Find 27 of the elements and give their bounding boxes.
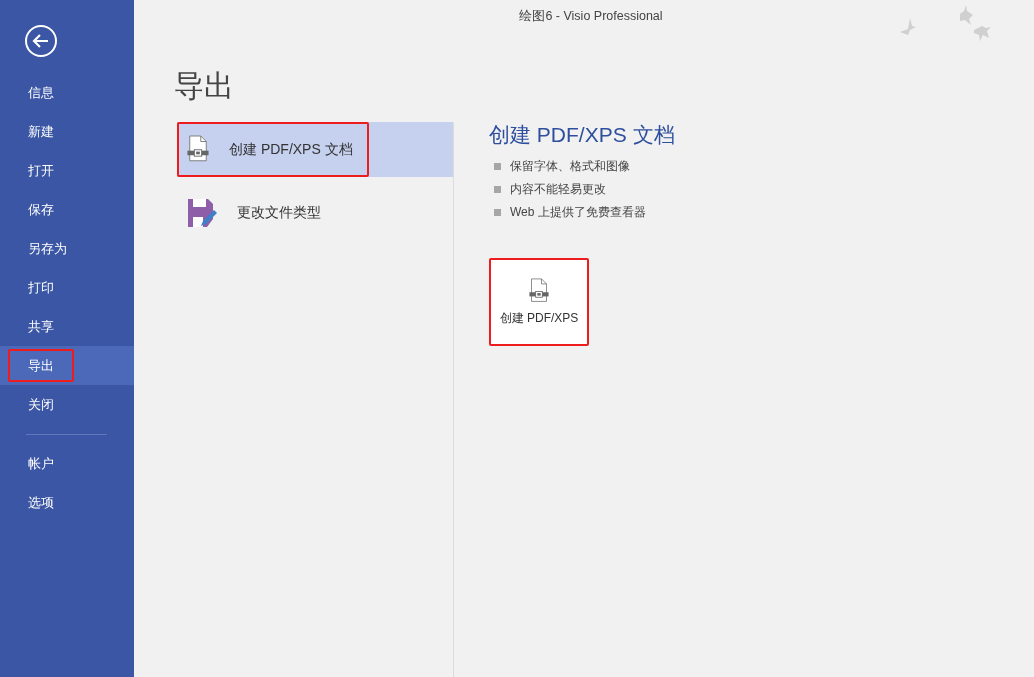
menu-item[interactable]: 另存为 xyxy=(0,229,134,268)
export-option[interactable]: 创建 PDF/XPS 文档 xyxy=(177,122,453,177)
menu-item[interactable]: 新建 xyxy=(0,112,134,151)
menu-item[interactable]: 帐户 xyxy=(0,444,134,483)
feature-text: 内容不能轻易更改 xyxy=(510,181,606,198)
feature-text: Web 上提供了免费查看器 xyxy=(510,204,646,221)
document-icon xyxy=(187,135,209,164)
section-title: 创建 PDF/XPS 文档 xyxy=(489,122,675,148)
feature-text: 保留字体、格式和图像 xyxy=(510,158,630,175)
create-pdf-button[interactable]: 创建 PDF/XPS xyxy=(489,258,589,346)
bullet-icon xyxy=(494,163,501,170)
menu-item[interactable]: 选项 xyxy=(0,483,134,522)
bullet-icon xyxy=(494,186,501,193)
export-option[interactable]: 更改文件类型 xyxy=(177,185,453,240)
bullet-icon xyxy=(494,209,501,216)
menu-item[interactable]: 打开 xyxy=(0,151,134,190)
menu-item[interactable]: 保存 xyxy=(0,190,134,229)
page-title: 导出 xyxy=(174,68,235,104)
floppy-disk-pencil-icon xyxy=(187,197,217,228)
menu-item[interactable]: 关闭 xyxy=(0,385,134,424)
document-icon xyxy=(529,277,549,304)
menu-item[interactable]: 共享 xyxy=(0,307,134,346)
window-title: 绘图6 - Visio Professional xyxy=(519,8,663,25)
menu-item[interactable]: 导出 xyxy=(0,346,134,385)
back-button[interactable] xyxy=(25,25,57,57)
menu-item[interactable]: 打印 xyxy=(0,268,134,307)
menu-item[interactable]: 信息 xyxy=(0,73,134,112)
